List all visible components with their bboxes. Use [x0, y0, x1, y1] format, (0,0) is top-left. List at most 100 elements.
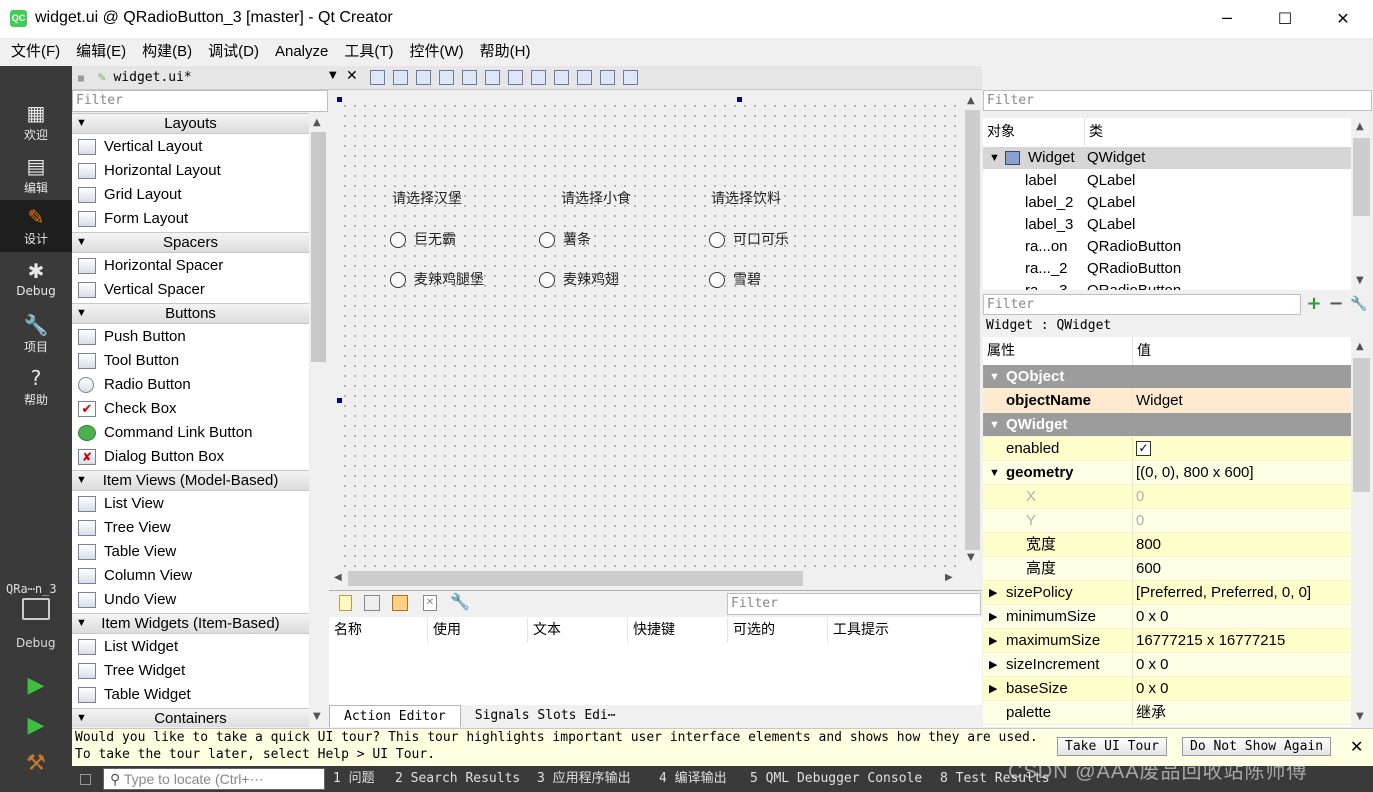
pane-qml-debugger-console[interactable]: 5 QML Debugger Console: [750, 766, 922, 792]
prop-width[interactable]: 宽度 800: [983, 533, 1351, 557]
delete-action-icon[interactable]: ✕: [423, 595, 437, 611]
layout-horizontal-icon[interactable]: [462, 70, 477, 85]
property-editor-thumb[interactable]: [1353, 358, 1370, 492]
pane-compile-output[interactable]: 4 编译输出: [659, 766, 727, 792]
pane-search-results[interactable]: 2 Search Results: [395, 766, 520, 792]
column-tooltip[interactable]: 工具提示: [828, 617, 982, 643]
canvas-horizontal-thumb[interactable]: [348, 571, 803, 586]
widget-vertical-layout[interactable]: Vertical Layout: [72, 135, 309, 159]
object-row[interactable]: ra..._2 QRadioButton: [983, 258, 1351, 280]
label-drink[interactable]: 请选择饮料: [711, 188, 781, 208]
menu-debug[interactable]: 调试(D): [200, 38, 267, 66]
object-row[interactable]: ra...on QRadioButton: [983, 236, 1351, 258]
layout-form-icon[interactable]: [554, 70, 569, 85]
scroll-up-icon[interactable]: ▲: [967, 95, 975, 106]
column-checkable[interactable]: 可选的: [728, 617, 828, 643]
maximize-button[interactable]: ☐: [1256, 0, 1314, 38]
category-item-views[interactable]: ▼ Item Views (Model-Based): [72, 470, 309, 491]
document-tab[interactable]: ■ ✎ widget.ui*: [78, 66, 192, 90]
menu-widgets[interactable]: 控件(W): [402, 38, 472, 66]
scroll-left-icon[interactable]: ◀: [334, 572, 342, 583]
enabled-checkbox[interactable]: ✓: [1136, 441, 1151, 456]
prop-geometry[interactable]: ▼ geometry [(0, 0), 800 x 600]: [983, 461, 1351, 485]
widget-grid-layout[interactable]: Grid Layout: [72, 183, 309, 207]
object-inspector-thumb[interactable]: [1353, 138, 1370, 216]
minimize-button[interactable]: ─: [1198, 0, 1256, 38]
mode-projects[interactable]: 🔧 项目: [0, 308, 72, 360]
widget-tree-widget[interactable]: Tree Widget: [72, 659, 309, 683]
close-infobar-icon[interactable]: ✕: [1350, 737, 1363, 756]
category-layouts[interactable]: ▼ Layouts: [72, 113, 309, 134]
toggle-sidebar-icon[interactable]: [80, 774, 91, 785]
layout-grid-icon[interactable]: [577, 70, 592, 85]
header-object[interactable]: 对象: [983, 118, 1085, 146]
header-value[interactable]: 值: [1133, 337, 1351, 365]
mode-debug[interactable]: ✱ Debug: [0, 254, 72, 306]
run-icon[interactable]: ▶: [0, 668, 72, 704]
edit-widgets-icon[interactable]: [370, 70, 385, 85]
radio-spicy-chicken-burger[interactable]: 麦辣鸡腿堡: [390, 272, 484, 288]
column-shortcut[interactable]: 快捷键: [628, 617, 728, 643]
menu-build[interactable]: 构建(B): [134, 38, 200, 66]
mode-welcome[interactable]: ▦ 欢迎: [0, 96, 72, 148]
configure-icon[interactable]: 🔧: [450, 592, 470, 611]
widget-horizontal-layout[interactable]: Horizontal Layout: [72, 159, 309, 183]
radio-fries[interactable]: 薯条: [539, 232, 591, 248]
radio-coca-cola[interactable]: 可口可乐: [709, 232, 789, 248]
tab-action-editor[interactable]: Action Editor: [329, 705, 461, 727]
radio-big-mac[interactable]: 巨无霸: [390, 232, 456, 248]
menu-analyze[interactable]: Analyze: [267, 38, 336, 66]
pane-application-output[interactable]: 3 应用程序输出: [537, 766, 631, 792]
widget-dialog-button-box[interactable]: ✘ Dialog Button Box: [72, 445, 309, 469]
category-containers[interactable]: ▼ Containers: [72, 708, 309, 727]
prop-y[interactable]: Y0: [983, 509, 1351, 533]
scroll-up-icon[interactable]: ▲: [313, 117, 321, 128]
prop-basesize[interactable]: ▶ baseSize 0 x 0: [983, 677, 1351, 701]
scroll-right-icon[interactable]: ▶: [945, 572, 953, 583]
prop-minimumsize[interactable]: ▶ minimumSize 0 x 0: [983, 605, 1351, 629]
prop-enabled[interactable]: enabled ✓: [983, 437, 1351, 461]
break-layout-icon[interactable]: [600, 70, 615, 85]
object-row[interactable]: ra..._3QRadioButton: [983, 280, 1351, 290]
widget-table-widget[interactable]: Table Widget: [72, 683, 309, 707]
layout-splitter-v-icon[interactable]: [531, 70, 546, 85]
category-spacers[interactable]: ▼ Spacers: [72, 232, 309, 253]
object-row[interactable]: label_3 QLabel: [983, 214, 1351, 236]
prop-x[interactable]: X0: [983, 485, 1351, 509]
prop-palette[interactable]: palette 继承: [983, 701, 1351, 725]
configure-icon[interactable]: 🔧: [1349, 293, 1369, 315]
scroll-down-icon[interactable]: ▼: [313, 711, 321, 722]
widget-push-button[interactable]: Push Button: [72, 325, 309, 349]
header-property[interactable]: 属性: [983, 337, 1133, 365]
radio-sprite[interactable]: 雪碧: [709, 272, 761, 288]
radio-spicy-wings[interactable]: 麦辣鸡翅: [539, 272, 619, 288]
widget-horizontal-spacer[interactable]: Horizontal Spacer: [72, 254, 309, 278]
widget-tree-view[interactable]: Tree View: [72, 516, 309, 540]
menu-file[interactable]: 文件(F): [3, 38, 68, 66]
edit-tab-order-icon[interactable]: [439, 70, 454, 85]
group-qobject[interactable]: ▼ QObject: [983, 365, 1351, 389]
widget-undo-view[interactable]: Undo View: [72, 588, 309, 612]
build-hammer-icon[interactable]: ⚒: [0, 746, 72, 782]
close-window-button[interactable]: ✕: [1314, 0, 1372, 38]
widget-form-layout[interactable]: Form Layout: [72, 207, 309, 231]
locator-input[interactable]: ⚲ Type to locate (Ctrl+⋯: [103, 768, 325, 790]
menu-edit[interactable]: 编辑(E): [68, 38, 134, 66]
category-buttons[interactable]: ▼ Buttons: [72, 303, 309, 324]
canvas-vertical-thumb[interactable]: [965, 110, 980, 550]
new-action-icon[interactable]: [339, 595, 352, 611]
widget-list-view[interactable]: List View: [72, 492, 309, 516]
prop-objectname[interactable]: objectName Widget: [983, 389, 1351, 413]
header-class[interactable]: 类: [1085, 118, 1351, 146]
object-row[interactable]: label_2 QLabel: [983, 192, 1351, 214]
column-used[interactable]: 使用: [428, 617, 528, 643]
menu-help[interactable]: 帮助(H): [472, 38, 539, 66]
close-document-icon[interactable]: ✕: [346, 68, 358, 84]
widget-box-scroll-thumb[interactable]: [311, 132, 326, 362]
action-filter[interactable]: Filter: [727, 593, 981, 615]
mode-help[interactable]: ? 帮助: [0, 361, 72, 413]
widget-radio-button[interactable]: Radio Button: [72, 373, 309, 397]
mode-design[interactable]: ✎ 设计: [0, 200, 72, 252]
form-canvas[interactable]: 请选择汉堡 请选择小食 请选择饮料 巨无霸 麦辣鸡腿堡 薯条 麦辣鸡翅 可口可乐…: [340, 101, 962, 568]
widget-check-box[interactable]: ✔ Check Box: [72, 397, 309, 421]
